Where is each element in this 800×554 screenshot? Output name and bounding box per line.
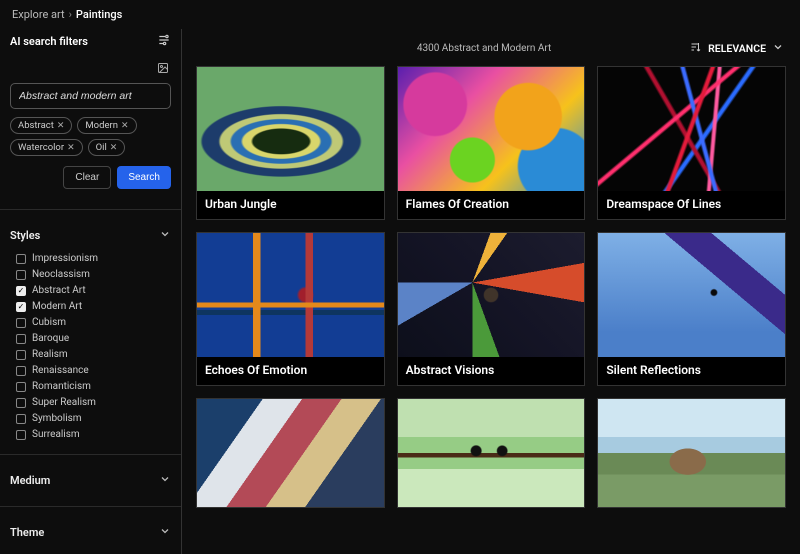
checkbox-icon[interactable] [16,254,26,264]
style-option[interactable]: Realism [16,349,171,360]
facet-label: Theme [10,526,44,539]
checkbox-icon[interactable] [16,414,26,424]
artwork-thumbnail[interactable] [398,399,585,507]
artwork-card[interactable]: Urban Jungle [196,66,385,220]
style-option[interactable]: Cubism [16,317,171,328]
artwork-thumbnail[interactable] [398,67,585,191]
breadcrumb-current: Paintings [76,8,122,21]
checkbox-icon[interactable] [16,334,26,344]
sort-dropdown[interactable]: RELEVANCE [690,41,784,56]
clear-button[interactable]: Clear [63,166,111,189]
checkbox-icon[interactable] [16,270,26,280]
style-option[interactable]: Abstract Art [16,285,171,296]
style-option[interactable]: Symbolism [16,413,171,424]
chip-label: Abstract [18,120,54,131]
style-option-label: Romanticism [32,381,91,392]
style-option[interactable]: Romanticism [16,381,171,392]
filter-chip[interactable]: Abstract✕ [10,117,72,134]
artwork-title: Echoes Of Emotion [197,357,384,385]
chip-label: Oil [96,142,107,153]
chip-label: Modern [85,120,118,131]
style-option-label: Baroque [32,333,69,344]
sort-icon [690,41,702,56]
checkbox-icon[interactable] [16,382,26,392]
search-input[interactable] [10,83,171,109]
style-option-label: Surrealism [32,429,80,440]
style-option[interactable]: Neoclassism [16,269,171,280]
artwork-thumbnail[interactable] [197,67,384,191]
style-option-label: Realism [32,349,68,360]
chevron-right-icon: › [69,8,72,21]
checkbox-icon[interactable] [16,302,26,312]
style-option[interactable]: Baroque [16,333,171,344]
chevron-down-icon [159,228,171,243]
chevron-down-icon [159,525,171,540]
result-count: 4300 Abstract and Modern Art [278,43,690,54]
checkbox-icon[interactable] [16,318,26,328]
breadcrumb-root[interactable]: Explore art [12,8,65,21]
close-icon[interactable]: ✕ [57,121,65,131]
close-icon[interactable]: ✕ [110,143,118,153]
artwork-card[interactable]: Echoes Of Emotion [196,232,385,386]
artwork-card[interactable]: Dreamspace Of Lines [597,66,786,220]
artwork-card[interactable] [196,398,385,508]
style-option[interactable]: Surrealism [16,429,171,440]
filter-sidebar: AI search filters Abstract✕Modern✕Waterc… [0,29,182,554]
facet-styles-header[interactable]: Styles [10,220,171,251]
chip-label: Watercolor [18,142,64,153]
filter-chip[interactable]: Modern✕ [77,117,136,134]
artwork-title: Dreamspace Of Lines [598,191,785,219]
checkbox-icon[interactable] [16,398,26,408]
artwork-thumbnail[interactable] [398,233,585,357]
style-option-label: Modern Art [32,301,82,312]
artwork-card[interactable]: Silent Reflections [597,232,786,386]
style-option-label: Super Realism [32,397,96,408]
artwork-card[interactable]: Abstract Visions [397,232,586,386]
style-option-label: Symbolism [32,413,82,424]
checkbox-icon[interactable] [16,350,26,360]
artwork-title: Urban Jungle [197,191,384,219]
artwork-card[interactable] [597,398,786,508]
checkbox-icon[interactable] [16,286,26,296]
style-option[interactable]: Super Realism [16,397,171,408]
image-search-icon[interactable] [157,62,169,77]
style-option[interactable]: Impressionism [16,253,171,264]
filter-chip[interactable]: Oil✕ [88,139,126,156]
artwork-thumbnail[interactable] [197,399,384,507]
checkbox-icon[interactable] [16,430,26,440]
artwork-title: Silent Reflections [598,357,785,385]
artwork-title: Flames Of Creation [398,191,585,219]
style-option-label: Abstract Art [32,285,86,296]
style-option-label: Renaissance [32,365,89,376]
style-option[interactable]: Modern Art [16,301,171,312]
style-option-label: Impressionism [32,253,98,264]
sliders-icon[interactable] [157,33,171,50]
close-icon[interactable]: ✕ [67,143,75,153]
style-option-label: Neoclassism [32,269,90,280]
facet-theme-header[interactable]: Theme [10,517,171,548]
chevron-down-icon [159,473,171,488]
artwork-thumbnail[interactable] [598,399,785,507]
facet-medium-header[interactable]: Medium [10,465,171,496]
close-icon[interactable]: ✕ [121,121,129,131]
checkbox-icon[interactable] [16,366,26,376]
artwork-thumbnail[interactable] [197,233,384,357]
filter-chip[interactable]: Watercolor✕ [10,139,83,156]
facet-label: Medium [10,474,50,487]
chevron-down-icon [772,41,784,56]
artwork-thumbnail[interactable] [598,233,785,357]
search-button[interactable]: Search [117,166,171,189]
artwork-title: Abstract Visions [398,357,585,385]
artwork-card[interactable] [397,398,586,508]
sort-label: RELEVANCE [708,42,766,55]
style-option-label: Cubism [32,317,66,328]
artwork-thumbnail[interactable] [598,67,785,191]
results-panel: 4300 Abstract and Modern Art RELEVANCE U… [182,29,800,554]
filters-title: AI search filters [10,35,88,48]
style-option[interactable]: Renaissance [16,365,171,376]
artwork-card[interactable]: Flames Of Creation [397,66,586,220]
facet-label: Styles [10,229,40,242]
breadcrumb: Explore art › Paintings [0,0,800,29]
